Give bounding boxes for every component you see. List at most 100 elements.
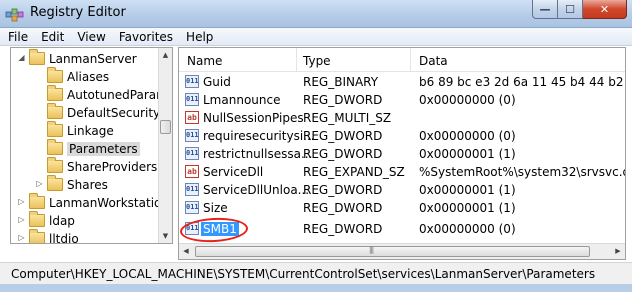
value-name: requiresecuritysi... (203, 129, 315, 143)
binary-value-icon: 011 (185, 129, 199, 142)
value-type: REG_DWORD (303, 147, 383, 161)
tree-item-label: Linkage (67, 124, 114, 138)
tree-item-label: lltdio (49, 232, 79, 244)
column-header-data[interactable]: Data (411, 48, 625, 72)
list-horizontal-scrollbar[interactable]: ◀ ||| ▶ (179, 243, 625, 259)
menu-view[interactable]: View (71, 28, 112, 45)
value-type: REG_DWORD (303, 129, 383, 143)
tree-vertical-scrollbar[interactable]: ▲ ▼ (158, 48, 172, 243)
scroll-thumb[interactable] (195, 246, 590, 257)
scroll-down-icon[interactable]: ▼ (159, 229, 172, 243)
scroll-left-icon[interactable]: ◀ (179, 244, 193, 259)
value-type: REG_EXPAND_SZ (303, 165, 405, 179)
value-type: REG_DWORD (303, 93, 383, 107)
value-data: %SystemRoot%\system32\srvsvc.dll (419, 165, 625, 179)
window-controls: — ☐ ✕ (532, 0, 627, 19)
list-row[interactable]: ab NullSessionPipes REG_MULTI_SZ (179, 109, 625, 127)
status-bar: Computer\HKEY_LOCAL_MACHINE\SYSTEM\Curre… (0, 262, 632, 284)
value-data: 0x00000001 (1) (419, 147, 516, 161)
tree-item-lanmanserver[interactable]: ◢ LanmanServer (11, 49, 161, 68)
list-row[interactable]: 011 Lmannounce REG_DWORD 0x00000000 (0) (179, 91, 625, 109)
tree-item-label: ShareProviders (67, 160, 158, 174)
tree-item-autotunedparam[interactable]: AutotunedParam (11, 85, 168, 104)
folder-icon (47, 157, 63, 173)
tree-item-lanmanworkstation[interactable]: ▷ LanmanWorkstation (11, 193, 169, 212)
binary-value-icon: 011 (185, 75, 199, 88)
menu-help[interactable]: Help (180, 28, 220, 45)
minimize-icon: — (539, 2, 551, 16)
folder-icon (47, 103, 63, 119)
value-data: 0x00000000 (0) (419, 222, 516, 236)
folder-icon (47, 121, 63, 137)
menu-edit[interactable]: Edit (35, 28, 71, 45)
value-type: REG_DWORD (303, 183, 383, 197)
list-row[interactable]: 011 restrictnullsessa... REG_DWORD 0x000… (179, 145, 625, 163)
menu-bar: File Edit View Favorites Help (0, 28, 632, 46)
scroll-thumb[interactable] (160, 120, 171, 134)
value-data: 0x00000000 (0) (419, 93, 516, 107)
window-title: Registry Editor (30, 5, 126, 20)
tree-item-shares[interactable]: ▷ Shares (11, 175, 161, 194)
column-header-type[interactable]: Type (297, 48, 411, 72)
binary-value-icon: 011 (185, 93, 199, 106)
string-value-icon: ab (185, 111, 199, 124)
value-data: 0x00000001 (1) (419, 183, 516, 197)
tree-item-label: Aliases (67, 70, 110, 84)
maximize-button[interactable]: ☐ (558, 0, 583, 19)
list-row[interactable]: ab ServiceDll REG_EXPAND_SZ %SystemRoot%… (179, 163, 625, 181)
column-header-name[interactable]: Name (179, 48, 297, 72)
collapsed-arrow-icon[interactable]: ▷ (17, 215, 26, 224)
folder-icon (29, 229, 45, 243)
tree-item-label: Parameters (67, 142, 140, 156)
value-name: ServiceDll (203, 165, 264, 179)
value-type: REG_DWORD (303, 201, 383, 215)
string-value-icon: ab (185, 165, 199, 178)
tree-item-label: AutotunedParam (67, 88, 168, 102)
value-name: Guid (203, 75, 231, 89)
tree-item-linkage[interactable]: Linkage (11, 121, 161, 140)
menu-file[interactable]: File (2, 28, 35, 45)
list-row[interactable]: 011 Size REG_DWORD 0x00000001 (1) (179, 199, 625, 217)
tree-item-label: LanmanServer (49, 52, 137, 66)
tree-item-label: Shares (67, 178, 108, 192)
binary-value-icon: 011 (185, 201, 199, 214)
collapsed-arrow-icon[interactable]: ▷ (35, 179, 44, 188)
minimize-button[interactable]: — (532, 0, 558, 19)
list-row[interactable]: 011 requiresecuritysi... REG_DWORD 0x000… (179, 127, 625, 145)
scroll-right-icon[interactable]: ▶ (611, 244, 625, 259)
value-name: NullSessionPipes (203, 111, 304, 125)
folder-icon (29, 193, 45, 209)
list-row[interactable]: 011 Guid REG_BINARY b6 89 bc e3 2d 6a 11… (179, 73, 625, 91)
maximize-icon: ☐ (565, 2, 575, 16)
collapsed-arrow-icon[interactable]: ▷ (17, 233, 26, 242)
value-type: REG_DWORD (303, 222, 383, 236)
menu-favorites[interactable]: Favorites (113, 28, 180, 45)
registry-path: Computer\HKEY_LOCAL_MACHINE\SYSTEM\Curre… (11, 267, 596, 281)
window-frame-bottom (0, 284, 632, 292)
tree-item-ldap[interactable]: ▷ ldap (11, 211, 161, 230)
tree-item-label: DefaultSecurity (67, 106, 161, 120)
tree-item-parameters[interactable]: Parameters (11, 139, 161, 158)
tree-item-shareproviders[interactable]: ShareProviders (11, 157, 161, 176)
binary-value-icon: 011 (185, 183, 199, 196)
key-tree-pane[interactable]: ◢ LanmanServer Aliases AutotunedParam De… (10, 47, 173, 244)
list-header: Name Type Data (179, 48, 625, 72)
tree-item-defaultsecurity[interactable]: DefaultSecurity (11, 103, 161, 122)
folder-icon (47, 85, 63, 101)
folder-icon (47, 175, 63, 191)
value-data: b6 89 bc e3 2d 6a 11 45 b4 44 b2 5f 78 e… (419, 75, 625, 89)
scroll-grip-icon: ||| (369, 246, 374, 254)
list-row[interactable]: 011 ServiceDllUnloa... REG_DWORD 0x00000… (179, 181, 625, 199)
close-icon: ✕ (599, 2, 610, 16)
value-name: ServiceDllUnloa... (203, 183, 310, 197)
close-button[interactable]: ✕ (583, 0, 627, 19)
scroll-up-icon[interactable]: ▲ (159, 48, 172, 62)
tree-item-aliases[interactable]: Aliases (11, 67, 161, 86)
expanded-arrow-icon[interactable]: ◢ (17, 53, 26, 62)
value-type: REG_MULTI_SZ (303, 111, 392, 125)
value-name: restrictnullsessa... (203, 147, 313, 161)
collapsed-arrow-icon[interactable]: ▷ (17, 197, 26, 206)
value-name: Size (203, 201, 228, 215)
tree-item-lltdio[interactable]: ▷ lltdio (11, 229, 161, 244)
value-data: 0x00000000 (0) (419, 129, 516, 143)
